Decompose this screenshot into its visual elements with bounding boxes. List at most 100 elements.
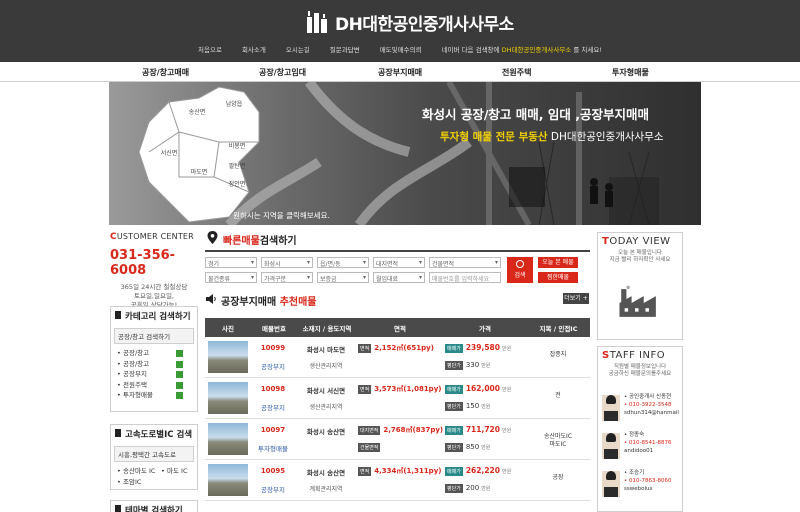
listing-title-red: 추천매물 (279, 297, 317, 308)
watchlist-button[interactable]: 찜한매물 (538, 272, 578, 283)
ic-item[interactable]: 송산마도 IC (117, 466, 161, 477)
listing-photo[interactable] (208, 423, 248, 455)
staff-details: • 공인중개사 신동현 • 010-3922-3548 sdhun314@han… (624, 393, 679, 417)
category-item[interactable]: 공장/창고 (117, 359, 197, 370)
search-button[interactable]: 검색 (507, 257, 533, 283)
col-category-ic: 지목 / 인접IC (539, 324, 578, 333)
listing-zone: 생산관리지역 (309, 363, 343, 370)
listing-number[interactable]: 10095 (251, 467, 295, 475)
property-type-select[interactable]: 물건종류 (205, 272, 257, 283)
area-value: 2,152㎡(651py) (374, 344, 434, 352)
top-nav: 처음으로 회사소개 오시는길 질문과답변 매도및매수의뢰 네이버 다음 검색창에… (0, 44, 800, 54)
nav-qna[interactable]: 질문과답변 (320, 44, 370, 54)
nav-directions[interactable]: 오시는길 (276, 44, 320, 54)
nav-home[interactable]: 처음으로 (188, 44, 232, 54)
staff-info-title: STAFF INFO (598, 347, 682, 364)
table-row[interactable]: 10098 공장부지 화성시 서신면 생산관리지역 면적 3,573㎡(1,081py) 매… (205, 378, 590, 419)
staff-photo (602, 395, 620, 421)
region-namyang[interactable]: 남양읍 (226, 100, 243, 108)
near-ic-label: 잡종지 (549, 351, 567, 358)
nav-company[interactable]: 회사소개 (232, 44, 276, 54)
listing-number[interactable]: 10099 (251, 344, 295, 352)
region-paltan[interactable]: 팔탄면 (229, 162, 246, 170)
notice-suffix: 를 치세요! (573, 46, 602, 54)
listing-number-input[interactable]: 매물번호를 입력하세요 (429, 272, 501, 283)
table-row[interactable]: 10099 공장부지 화성시 마도면 생산관리지역 면적 2,152㎡(651py) 매매가… (205, 337, 590, 378)
customer-phone[interactable]: 031-356-6008 (110, 248, 198, 278)
province-select[interactable]: 경기 (205, 257, 257, 268)
listing-price: 매매가 262,220 만원 (445, 466, 511, 476)
near-ic-label: 전 (555, 392, 561, 399)
land-area-select[interactable]: 대지면적 (373, 257, 425, 268)
category-item[interactable]: 전원주택 (117, 380, 197, 391)
region-bibong[interactable]: 비봉면 (229, 142, 246, 150)
staff-card[interactable]: • 정종숙 • 010-8541-8876 andidoo01 (602, 431, 680, 467)
staff-card[interactable]: • 공인중개사 신동현 • 010-3922-3548 sdhun314@han… (602, 393, 680, 429)
menu-factory-sale[interactable]: 공장/창고매매 (142, 67, 189, 78)
menu-factory-lease[interactable]: 공장/창고임대 (259, 67, 306, 78)
category-item[interactable]: 공장/창고 (117, 348, 197, 359)
category-item[interactable]: 투자형매물 (117, 390, 197, 401)
table-row[interactable]: 10097 투자형매물 화성시 송산면 대지면적 2,768㎡(837py) 건물면적 매매… (205, 419, 590, 460)
site-logo[interactable]: DH대한공인중개사사무소 (305, 9, 514, 35)
staff-details: • 정종숙 • 010-8541-8876 andidoo01 (624, 431, 671, 455)
listing-photo[interactable] (208, 382, 248, 414)
listing-unit-price: 평단가 200 만원 (445, 484, 490, 493)
listing-number[interactable]: 10098 (251, 385, 295, 393)
menu-investment[interactable]: 투자형매물 (612, 67, 649, 78)
nav-request[interactable]: 매도및매수의뢰 (370, 44, 432, 54)
hero-banner: 송산면 남양읍 서신면 마도면 비봉면 팔탄면 장안면 화성시 공장/창고 매매… (109, 82, 701, 225)
listing-number[interactable]: 10097 (251, 426, 295, 434)
highway-select[interactable]: 시흥,평택간 고속도로 (114, 446, 194, 462)
highway-search-box: 고속도로별IC 검색 시흥,평택간 고속도로 송산마도 IC 마도 IC 조암I… (110, 424, 198, 490)
notice-highlight: DH대한공인중개사사무소 (501, 46, 572, 54)
region-jangan[interactable]: 장안면 (229, 180, 246, 188)
listing-category: 공장부지 (261, 363, 285, 371)
listing-photo[interactable] (208, 464, 248, 496)
listing-category: 공장부지 (261, 486, 285, 494)
staff-phone: • 010-7863-8060 (624, 478, 672, 484)
menu-land-sale[interactable]: 공장부지매매 (378, 67, 422, 78)
table-row[interactable]: 10095 공장부지 화성시 송산면 계획관리지역 면적 4,334㎡(1,311py) 매… (205, 460, 590, 501)
staff-name: • 정종숙 (624, 432, 645, 438)
region-songsan[interactable]: 송산면 (189, 108, 206, 116)
today-viewed-button[interactable]: 오늘 본 매물 (538, 257, 578, 268)
category-select[interactable]: 공장/창고 검색하기 (114, 328, 194, 344)
listing-photo[interactable] (208, 341, 248, 373)
theme-search-box: 테마별 검색하기 (110, 500, 198, 512)
notice-prefix: 네이버 다음 검색창에 (441, 46, 500, 54)
category-item[interactable]: 공장부지 (117, 369, 197, 380)
ic-item[interactable]: 마도 IC (161, 466, 197, 477)
category-item-label: 공장/창고 (123, 349, 150, 357)
building-area-select[interactable]: 건물면적 (429, 257, 501, 268)
area-tag: 면적 (358, 344, 372, 353)
more-button[interactable]: 더보기 + (563, 293, 589, 304)
staff-info-sub: 직원별 매물정보입니다 궁금하신 매물문의를주세요 (598, 364, 682, 378)
staff-email: andidoo01 (624, 448, 654, 454)
town-select[interactable]: 읍/면/동 (317, 257, 369, 268)
region-seosin[interactable]: 서신면 (161, 149, 178, 157)
staff-email: sdhun314@hanmail (624, 410, 679, 416)
building-logo-icon (307, 11, 327, 33)
price-value: 162,000 (465, 384, 500, 393)
hero-title: 화성시 공장/창고 매매, 임대 ,공장부지매매 (422, 107, 649, 122)
ic-item[interactable]: 조암IC (117, 477, 161, 488)
near-ic-label: 공장 (552, 474, 564, 481)
today-view-box: TODAY VIEW 오늘 본 매물입니다 지금 빨리 하자확인 사세요 (597, 232, 683, 340)
count-badge (176, 392, 183, 399)
listing-category: 투자형매물 (258, 445, 288, 453)
cc-title-first: C (110, 232, 117, 242)
col-photo: 사진 (222, 324, 234, 333)
menu-country-house[interactable]: 전원주택 (502, 67, 531, 78)
monthly-rent-select[interactable]: 월임대료 (373, 272, 425, 283)
deposit-select[interactable]: 보증금 (317, 272, 369, 283)
region-mado[interactable]: 마도면 (191, 168, 208, 176)
staff-name: • 조승기 (624, 470, 645, 476)
category-list: 공장/창고 공장/창고 공장부지 전원주택 투자형매물 (111, 346, 197, 403)
unit-price-value: 330 (465, 361, 480, 369)
staff-card[interactable]: • 조승기 • 010-7863-8060 sswebolus (602, 469, 680, 505)
price-type-select[interactable]: 가격구분 (261, 272, 313, 283)
price-tag: 매매가 (445, 344, 463, 353)
listing-building-area: 건물면적 (358, 443, 381, 452)
city-select[interactable]: 화성시 (261, 257, 313, 268)
